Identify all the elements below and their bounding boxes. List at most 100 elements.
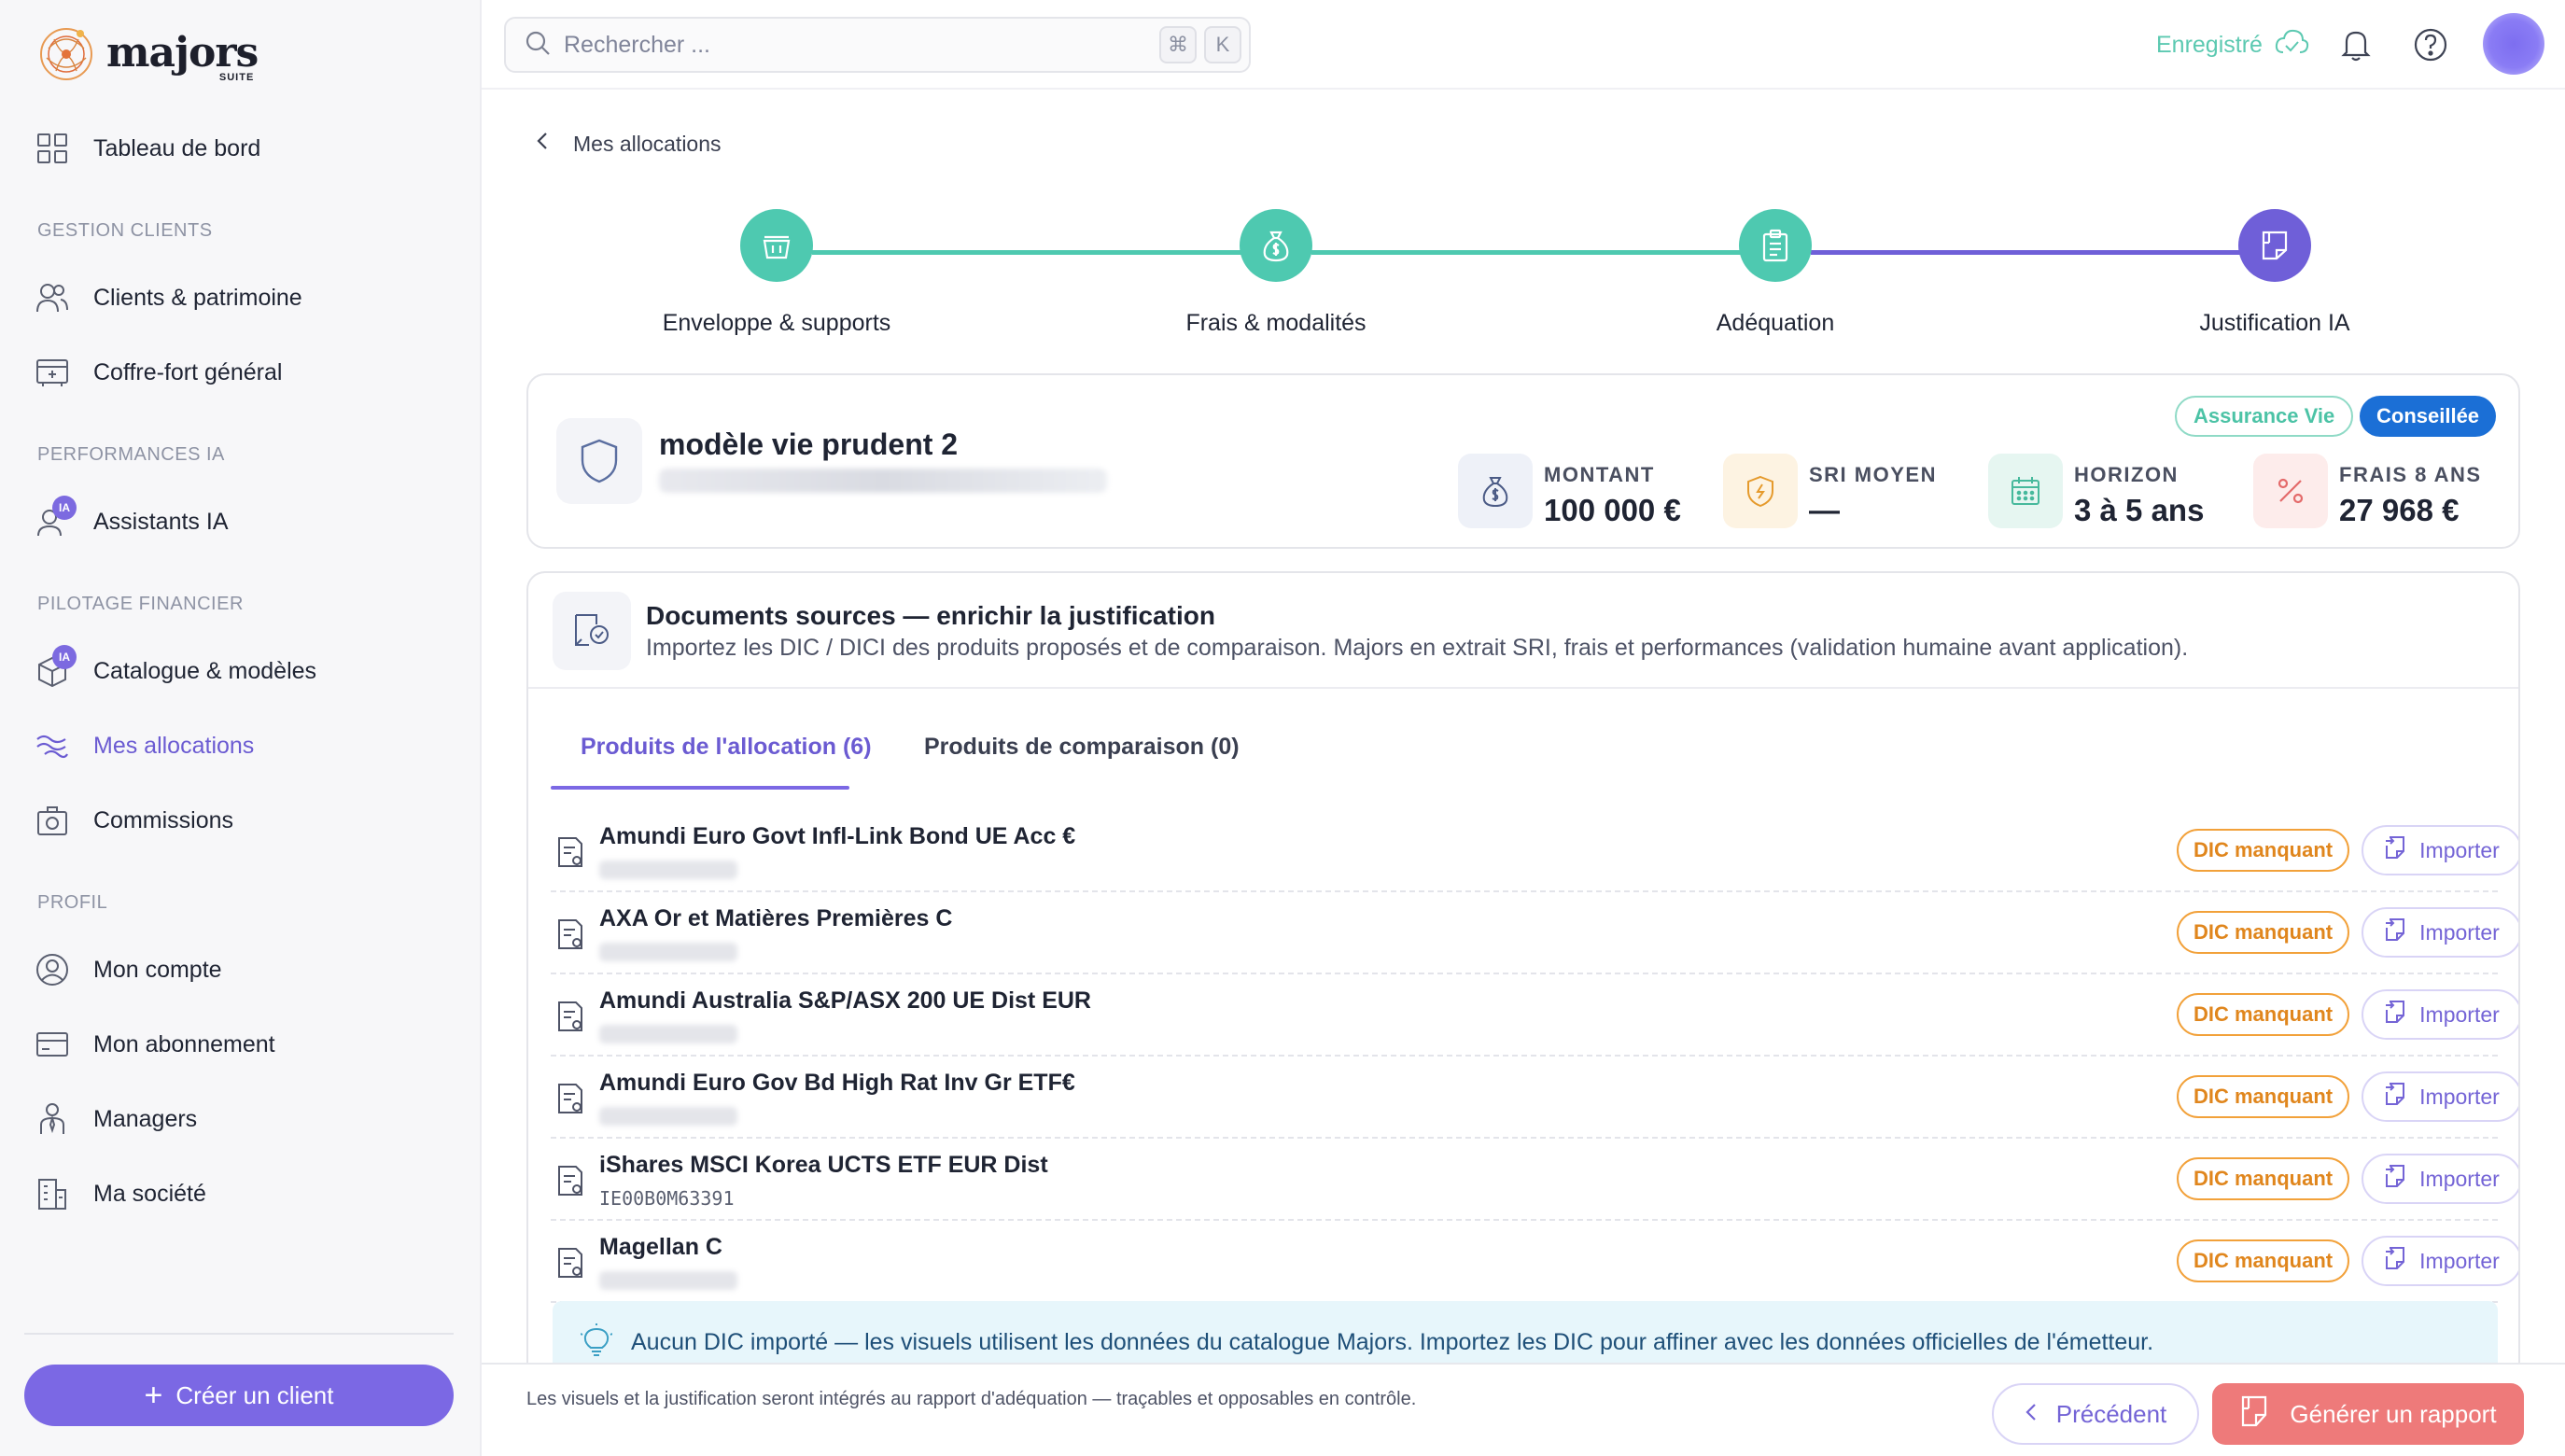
import-button[interactable]: Importer (2362, 1236, 2518, 1286)
generate-report-button[interactable]: Générer un rapport (2212, 1383, 2524, 1445)
section-title-gestion-clients: GESTION CLIENTS (37, 220, 213, 241)
active-tab-indicator (551, 786, 849, 790)
sidebar-item-mon-abonnement[interactable]: Mon abonnement (34, 1018, 275, 1071)
search-input[interactable] (564, 31, 1159, 59)
ia-badge: IA (52, 496, 77, 520)
sidebar-item-assistants-ia[interactable]: IA Assistants IA (34, 496, 229, 548)
import-icon (2384, 834, 2408, 866)
step-label: Frais & modalités (1185, 310, 1367, 336)
file-icon (556, 918, 584, 955)
commission-icon (34, 802, 71, 839)
metric-value: — (1809, 493, 1840, 527)
product-name: AXA Or et Matières Premières C (599, 905, 953, 931)
topbar: ⌘ K Enregistré (482, 0, 2565, 90)
section-title-performances-ia: PERFORMANCES IA (37, 444, 225, 465)
previous-label: Précédent (2055, 1399, 2167, 1428)
sidebar-item-clients[interactable]: Clients & patrimoine (34, 272, 302, 324)
status-badge: DIC manquant (2177, 911, 2350, 954)
tag-assurance-vie: Assurance Vie (2175, 396, 2354, 437)
calendar-icon (1988, 454, 2063, 528)
import-button[interactable]: Importer (2362, 1154, 2518, 1204)
metric-frais-8-ans: FRAIS 8 ANS 27 968 € (2253, 454, 2482, 528)
step-justification-ia[interactable]: Justification IA (2135, 203, 2415, 337)
import-icon (2384, 1163, 2408, 1195)
product-name: Amundi Euro Gov Bd High Rat Inv Gr ETF€ (599, 1070, 1075, 1096)
product-row: Amundi Euro Gov Bd High Rat Inv Gr ETF€ … (551, 1057, 2518, 1139)
status-badge: DIC manquant (2177, 1075, 2350, 1118)
import-button[interactable]: Importer (2362, 1071, 2518, 1122)
file-icon (556, 836, 584, 873)
product-isin-redacted (599, 1025, 737, 1043)
import-icon (2384, 999, 2408, 1030)
file-icon (556, 1083, 584, 1119)
step-label: Justification IA (2199, 310, 2350, 336)
sidebar-item-label: Managers (93, 1105, 198, 1132)
metric-label: FRAIS 8 ANS (2339, 463, 2482, 486)
product-isin-redacted (599, 1107, 737, 1126)
users-icon (34, 279, 71, 316)
create-client-button[interactable]: + Créer un client (24, 1365, 454, 1426)
sidebar-item-managers[interactable]: Managers (34, 1093, 197, 1145)
sidebar-item-label: Coffre-fort général (93, 358, 283, 385)
sidebar-item-label: Clients & patrimoine (93, 284, 302, 311)
sidebar-divider (24, 1333, 454, 1335)
allocation-icon (34, 727, 71, 764)
ia-badge: IA (52, 645, 77, 669)
import-label: Importer (2419, 1166, 2500, 1191)
step-adequation[interactable]: Adéquation (1635, 203, 1915, 337)
majors-logo[interactable]: majors SUITE (37, 21, 259, 84)
metric-sri-moyen: SRI MOYEN — (1723, 454, 1937, 528)
import-label: Importer (2419, 1084, 2500, 1109)
sidebar-item-commissions[interactable]: Commissions (34, 794, 233, 847)
import-button[interactable]: Importer (2362, 907, 2518, 958)
sidebar-item-label: Commissions (93, 806, 234, 833)
help-icon[interactable] (2412, 26, 2449, 63)
import-icon (2384, 917, 2408, 948)
metric-montant: MONTANT 100 000 € (1458, 454, 1681, 528)
bell-icon[interactable] (2337, 26, 2375, 63)
money-bag-icon (1458, 454, 1533, 528)
saved-status-label: Enregistré (2156, 32, 2263, 58)
manager-icon (34, 1100, 71, 1138)
sidebar-item-dashboard[interactable]: Tableau de bord (34, 122, 260, 175)
chevron-left-icon (2025, 1400, 2038, 1429)
import-button[interactable]: Importer (2362, 989, 2518, 1040)
sidebar-item-catalogue[interactable]: IA Catalogue & modèles (34, 645, 316, 697)
metric-label: SRI MOYEN (1809, 463, 1937, 486)
product-row: Amundi Euro Govt Infl-Link Bond UE Acc €… (551, 810, 2518, 892)
product-isin-redacted (599, 943, 737, 961)
sidebar-item-label: Ma société (93, 1180, 206, 1207)
sidebar-item-mes-allocations[interactable]: Mes allocations (34, 720, 254, 772)
status-badge: DIC manquant (2177, 829, 2350, 872)
product-name: Amundi Euro Govt Infl-Link Bond UE Acc € (599, 823, 1076, 849)
product-isin-redacted (599, 861, 737, 879)
sidebar-item-label: Mon compte (93, 956, 222, 983)
import-label: Importer (2419, 1001, 2500, 1027)
money-bag-icon (1240, 209, 1312, 282)
saved-status: Enregistré (2156, 26, 2309, 64)
product-row: AXA Or et Matières Premières C DIC manqu… (551, 892, 2518, 974)
status-badge: DIC manquant (2177, 1157, 2350, 1200)
breadcrumb[interactable]: Mes allocations (536, 131, 722, 157)
section-title-profil: PROFIL (37, 892, 108, 913)
sidebar-item-label: Tableau de bord (93, 134, 261, 161)
previous-button[interactable]: Précédent (1992, 1383, 2199, 1445)
step-enveloppe[interactable]: Enveloppe & supports (637, 203, 917, 337)
brand-name: majors (106, 28, 259, 77)
sidebar-item-mon-compte[interactable]: Mon compte (34, 944, 222, 996)
clipboard-icon (1739, 209, 1812, 282)
tab-produits-comparaison[interactable]: Produits de comparaison (0) (924, 734, 1240, 761)
import-button[interactable]: Importer (2362, 825, 2518, 875)
sidebar-item-vault[interactable]: Coffre-fort général (34, 346, 282, 399)
avatar[interactable] (2483, 13, 2544, 75)
info-banner-text: Aucun DIC importé — les visuels utilisen… (631, 1328, 2154, 1355)
tag-conseillee: Conseillée (2360, 396, 2497, 437)
step-frais[interactable]: Frais & modalités (1136, 203, 1416, 337)
import-label: Importer (2419, 919, 2500, 945)
file-icon (556, 1165, 584, 1201)
search-bar[interactable]: ⌘ K (504, 17, 1251, 73)
model-subtitle-redacted (659, 469, 1107, 493)
tab-produits-allocation[interactable]: Produits de l'allocation (6) (581, 734, 872, 761)
sidebar-item-ma-societe[interactable]: Ma société (34, 1168, 206, 1220)
footer-bar: Les visuels et la justification seront i… (482, 1363, 2565, 1456)
